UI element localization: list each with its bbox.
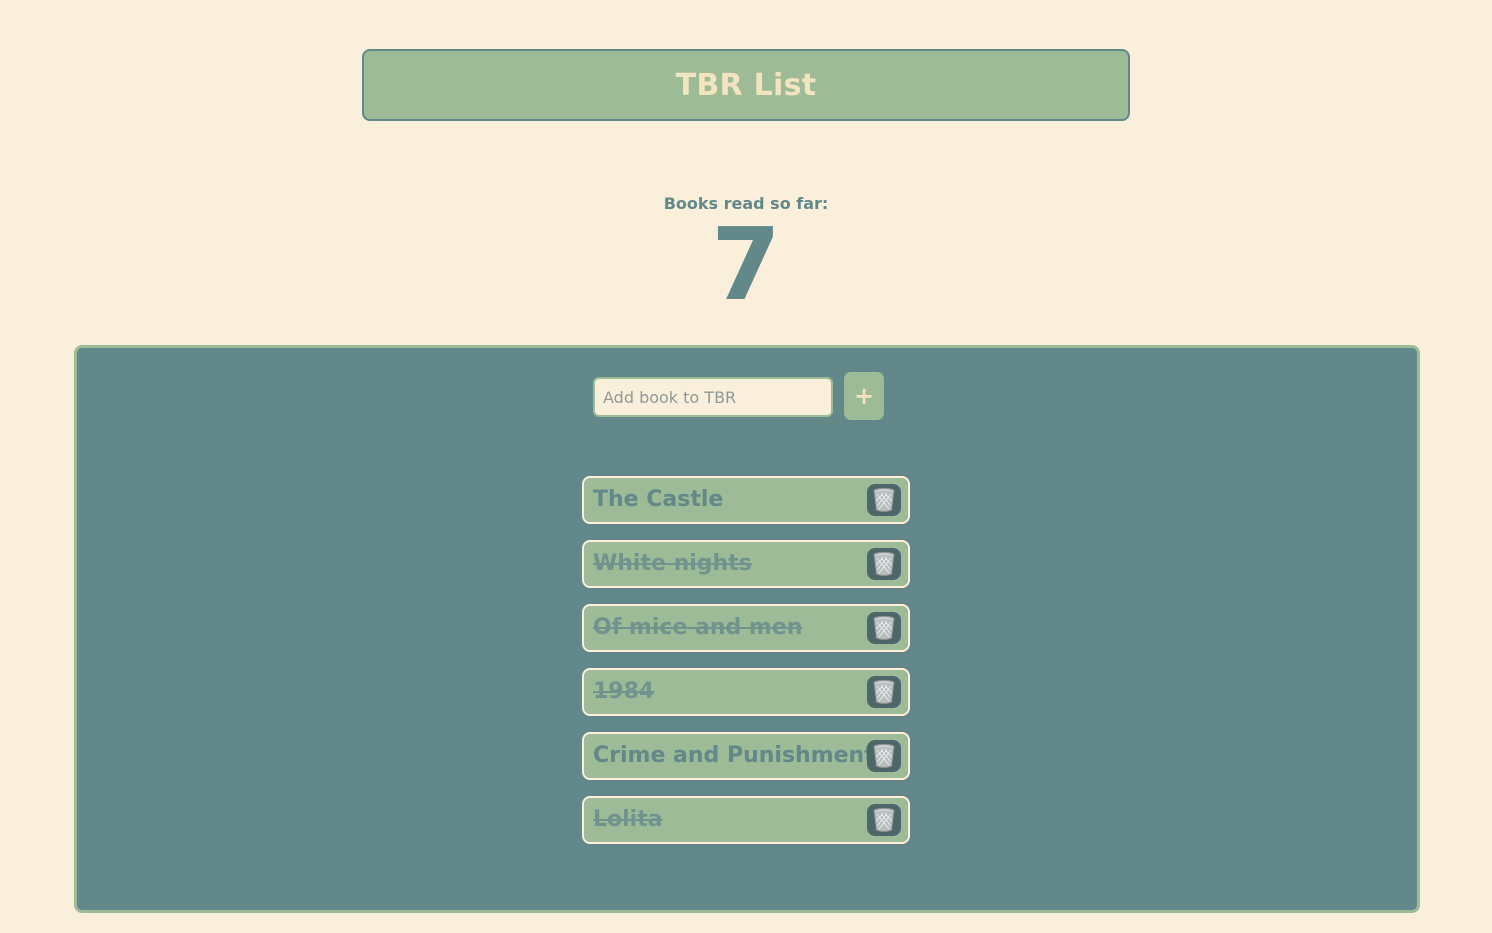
wastebasket-icon xyxy=(872,679,896,705)
book-item: The Castle xyxy=(582,476,910,524)
delete-book-button[interactable] xyxy=(867,484,901,516)
tbr-panel: + The Castle White nights Of mice and me… xyxy=(74,345,1420,913)
book-item: Crime and Punishment xyxy=(582,732,910,780)
add-book-button[interactable]: + xyxy=(844,372,884,420)
book-item: 1984 xyxy=(582,668,910,716)
book-title[interactable]: White nights xyxy=(593,542,752,586)
book-list: The Castle White nights Of mice and men … xyxy=(582,476,910,860)
add-book-input[interactable] xyxy=(593,377,833,417)
wastebasket-icon xyxy=(872,487,896,513)
book-item: Of mice and men xyxy=(582,604,910,652)
book-title[interactable]: The Castle xyxy=(593,478,723,522)
delete-book-button[interactable] xyxy=(867,740,901,772)
book-item: Lolita xyxy=(582,796,910,844)
delete-book-button[interactable] xyxy=(867,612,901,644)
book-title[interactable]: Of mice and men xyxy=(593,606,802,650)
delete-book-button[interactable] xyxy=(867,676,901,708)
books-read-count: 7 xyxy=(711,206,781,323)
delete-book-button[interactable] xyxy=(867,548,901,580)
wastebasket-icon xyxy=(872,807,896,833)
book-title[interactable]: Lolita xyxy=(593,798,663,842)
wastebasket-icon xyxy=(872,743,896,769)
delete-book-button[interactable] xyxy=(867,804,901,836)
book-title[interactable]: Crime and Punishment xyxy=(593,734,875,778)
book-title[interactable]: 1984 xyxy=(593,670,654,714)
page-header: TBR List xyxy=(362,49,1130,121)
wastebasket-icon xyxy=(872,551,896,577)
book-item: White nights xyxy=(582,540,910,588)
page-title: TBR List xyxy=(675,67,817,103)
wastebasket-icon xyxy=(872,615,896,641)
